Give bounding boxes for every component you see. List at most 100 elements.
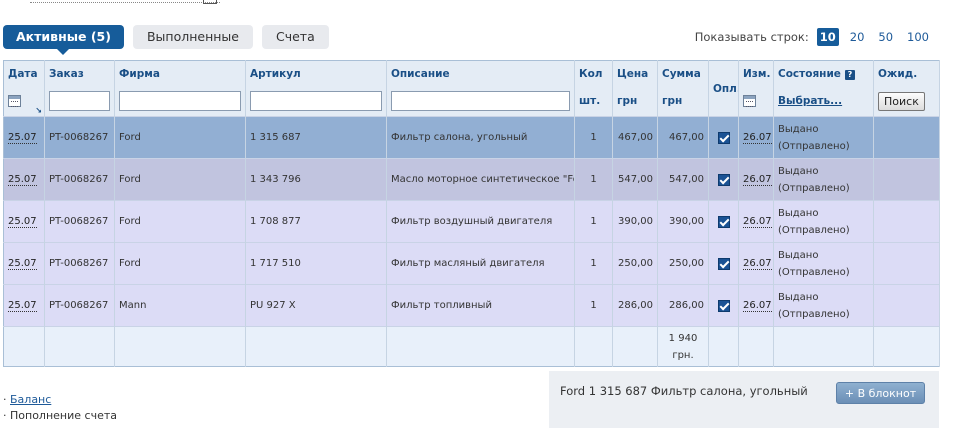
rows-option-20[interactable]: 20: [847, 28, 868, 46]
row-order: PT-0068267: [44, 158, 115, 201]
row-expected: [873, 116, 940, 159]
rows-option-10[interactable]: 10: [816, 28, 839, 46]
row-paid-cell: [708, 116, 739, 159]
table-row[interactable]: 25.07 PT-0068267 Ford 1 315 687 Фильтр салон…: [3, 116, 940, 159]
total-unit: грн.: [672, 349, 694, 361]
row-status-main: Выдано: [778, 249, 819, 261]
help-icon[interactable]: ?: [844, 69, 855, 80]
tab-invoices[interactable]: Счета: [262, 25, 329, 49]
col-expected: Ожид.: [873, 60, 940, 87]
row-qty: 1: [574, 242, 613, 285]
col-paid[interactable]: Опл.: [708, 60, 739, 117]
col-price[interactable]: Цена: [612, 60, 658, 87]
selected-item-panel: Ford 1 315 687 Фильтр салона, угольный +…: [549, 371, 939, 428]
row-price: 286,00: [612, 284, 658, 327]
row-article: 1 717 510: [245, 242, 387, 285]
col-firm[interactable]: Фирма: [114, 60, 246, 87]
col-description[interactable]: Описание: [386, 60, 575, 87]
row-description: Фильтр салона, угольный: [386, 116, 575, 159]
firm-filter-input[interactable]: [119, 91, 241, 112]
total-empty-cell: [574, 326, 613, 367]
table-row[interactable]: 25.07 PT-0068267 Ford 1 708 877 Фильтр возду…: [3, 200, 940, 243]
row-order: PT-0068267: [44, 284, 115, 327]
col-status: Состояние?: [773, 60, 874, 87]
row-paid-cell: [708, 242, 739, 285]
row-date-cell: 25.07: [3, 116, 45, 159]
row-article: 1 343 796: [245, 158, 387, 201]
row-order: PT-0068267: [44, 242, 115, 285]
total-empty-cell: [245, 326, 387, 367]
row-date-link[interactable]: 25.07: [8, 216, 37, 228]
calendar-icon[interactable]: [743, 95, 756, 108]
col-qty[interactable]: Кол: [574, 60, 613, 87]
col-changed[interactable]: Изм.: [738, 60, 774, 87]
total-empty-cell: [3, 326, 45, 367]
row-changed-link[interactable]: 26.07: [743, 258, 772, 270]
row-status-main: Выдано: [778, 207, 819, 219]
orders-table: Дата Заказ Фирма Артикул Описание Кол Це…: [3, 60, 940, 367]
total-empty-cell: [44, 326, 115, 367]
total-empty-cell: [773, 326, 874, 367]
row-firm: Mann: [114, 284, 246, 327]
rows-per-page-label: Показывать строк:: [694, 30, 809, 44]
col-sum[interactable]: Сумма: [657, 60, 709, 87]
description-filter-cell: [386, 86, 575, 117]
add-to-notepad-button[interactable]: + В блокнот: [836, 382, 925, 404]
table-row[interactable]: 25.07 PT-0068267 Ford 1 717 510 Фильтр масля…: [3, 242, 940, 285]
row-changed-link[interactable]: 26.07: [743, 216, 772, 228]
balance-link[interactable]: Баланс: [10, 393, 51, 406]
row-firm: Ford: [114, 116, 246, 159]
total-row: 1 940 грн.: [3, 326, 940, 367]
article-filter-input[interactable]: [250, 91, 382, 112]
search-cell: Поиск: [873, 86, 940, 117]
paid-checkbox[interactable]: [717, 131, 730, 144]
row-date-link[interactable]: 25.07: [8, 300, 37, 312]
row-date-cell: 25.07: [3, 158, 45, 201]
col-article[interactable]: Артикул: [245, 60, 387, 87]
row-status-sub: (Отправлено): [778, 308, 850, 320]
tab-completed[interactable]: Выполненные: [132, 25, 253, 49]
row-sum: 250,00: [657, 242, 709, 285]
top-link-stub: [30, 0, 220, 3]
row-changed-link[interactable]: 26.07: [743, 300, 772, 312]
col-order[interactable]: Заказ: [44, 60, 115, 87]
row-changed-link[interactable]: 26.07: [743, 132, 772, 144]
paid-checkbox[interactable]: [717, 257, 730, 270]
row-changed-cell: 26.07: [738, 284, 774, 327]
search-button[interactable]: Поиск: [878, 91, 925, 111]
row-qty: 1: [574, 116, 613, 159]
row-date-cell: 25.07: [3, 200, 45, 243]
col-status-label[interactable]: Состояние: [778, 68, 841, 80]
row-expected: [873, 200, 940, 243]
row-changed-link[interactable]: 26.07: [743, 174, 772, 186]
total-sum-cell: 1 940 грн.: [657, 326, 709, 367]
row-date-link[interactable]: 25.07: [8, 174, 37, 186]
description-filter-input[interactable]: [391, 91, 570, 112]
calendar-icon[interactable]: [8, 95, 21, 108]
paid-checkbox[interactable]: [717, 299, 730, 312]
top-field-stub: [203, 0, 217, 4]
paid-checkbox[interactable]: [717, 215, 730, 228]
row-expected: [873, 284, 940, 327]
row-date-link[interactable]: 25.07: [8, 258, 37, 270]
order-filter-input[interactable]: [49, 91, 110, 112]
row-price: 547,00: [612, 158, 658, 201]
row-status: Выдано (Отправлено): [773, 116, 874, 159]
article-filter-cell: [245, 86, 387, 117]
rows-option-50[interactable]: 50: [875, 28, 896, 46]
col-date[interactable]: Дата: [3, 60, 45, 87]
rows-option-100[interactable]: 100: [904, 28, 932, 46]
status-select-link[interactable]: Выбрать...: [778, 95, 842, 107]
tab-active[interactable]: Активные (5): [3, 25, 124, 55]
table-row[interactable]: 25.07 PT-0068267 Mann PU 927 X Фильтр топлив…: [3, 284, 940, 327]
row-status: Выдано (Отправлено): [773, 242, 874, 285]
row-price: 390,00: [612, 200, 658, 243]
row-status: Выдано (Отправлено): [773, 158, 874, 201]
paid-checkbox[interactable]: [717, 173, 730, 186]
topup-link[interactable]: Пополнение счета: [10, 409, 117, 422]
row-date-link[interactable]: 25.07: [8, 132, 37, 144]
table-row[interactable]: 25.07 PT-0068267 Ford 1 343 796 Масло моторн…: [3, 158, 940, 201]
row-price: 250,00: [612, 242, 658, 285]
row-sum: 547,00: [657, 158, 709, 201]
row-sum: 286,00: [657, 284, 709, 327]
